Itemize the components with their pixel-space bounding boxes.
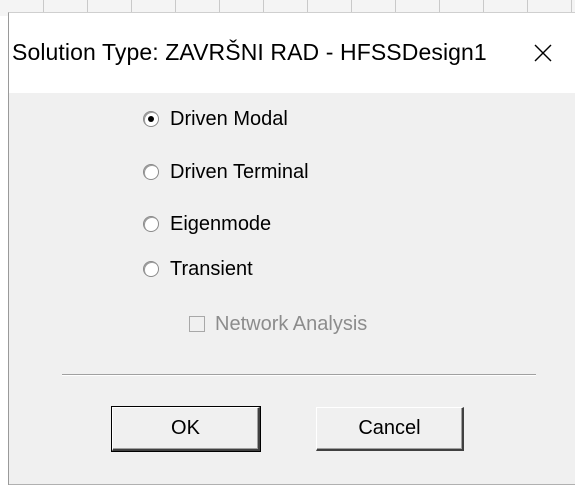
radio-unchecked-icon	[143, 216, 159, 232]
cancel-button[interactable]: Cancel	[316, 407, 464, 451]
radio-transient[interactable]: Transient	[143, 255, 253, 283]
dialog-title: Solution Type: ZAVRŠNI RAD - HFSSDesign1	[12, 39, 487, 65]
screen: Solution Type: ZAVRŠNI RAD - HFSSDesign1…	[0, 0, 575, 485]
dialog-bottom-edge	[9, 481, 575, 485]
separator	[62, 374, 536, 376]
radio-unchecked-icon	[143, 261, 159, 277]
network-analysis-label: Network Analysis	[215, 312, 368, 335]
solution-type-dialog: Solution Type: ZAVRŠNI RAD - HFSSDesign1…	[8, 12, 575, 485]
radio-driven-terminal[interactable]: Driven Terminal	[143, 158, 309, 186]
close-button[interactable]	[521, 33, 565, 73]
radio-label: Driven Terminal	[170, 160, 309, 183]
network-analysis-checkbox: Network Analysis	[189, 310, 367, 338]
dialog-titlebar[interactable]: Solution Type: ZAVRŠNI RAD - HFSSDesign1	[9, 13, 575, 93]
radio-driven-modal[interactable]: Driven Modal	[143, 105, 288, 133]
radio-unchecked-icon	[143, 164, 159, 180]
checkbox-icon	[189, 316, 205, 332]
radio-eigenmode[interactable]: Eigenmode	[143, 210, 271, 238]
radio-label: Transient	[170, 257, 253, 280]
ok-button[interactable]: OK	[111, 406, 261, 452]
radio-label: Driven Modal	[170, 107, 288, 130]
radio-label: Eigenmode	[170, 212, 272, 235]
close-icon	[534, 44, 552, 62]
radio-checked-icon	[143, 111, 159, 127]
